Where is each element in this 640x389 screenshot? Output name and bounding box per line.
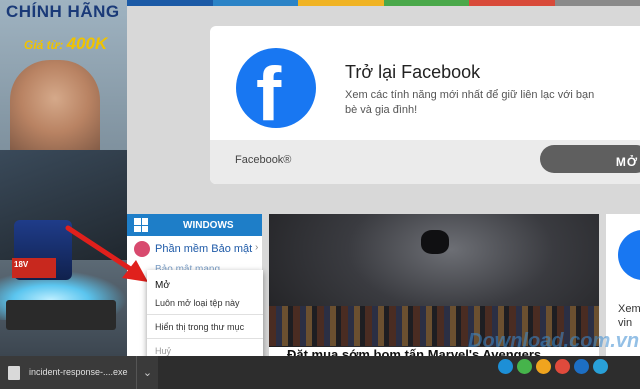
facebook-logo-icon: f (236, 48, 316, 137)
facebook-brand: Facebook® (235, 154, 292, 166)
color-bar-segment (127, 0, 213, 6)
red-arrow-icon (65, 225, 148, 282)
ad-battery-label: 18V (12, 258, 56, 278)
facebook-description: Xem các tính năng mới nhất để giữ liên l… (345, 89, 595, 116)
watermark-dot (498, 359, 513, 374)
side-card-text-line1: Xem (618, 303, 640, 315)
side-card-text: Xem vin (618, 302, 640, 330)
facebook-logo-glyph: f (256, 52, 282, 137)
watermark-dot (517, 359, 532, 374)
context-item-cancel[interactable]: Huỷ (155, 346, 171, 356)
side-card-text-line2: vin (618, 317, 633, 329)
ad-charger-image (6, 300, 116, 330)
ad-price-value: 400K (66, 34, 108, 53)
side-card-logo-icon (618, 230, 640, 280)
top-color-bar (127, 0, 640, 6)
chevron-right-icon: › (255, 242, 259, 253)
color-bar-segment (383, 0, 469, 6)
menu-item-label: Phần mềm Bảo mật (155, 243, 253, 255)
watermark-dot (593, 359, 608, 374)
ad-title: CHÍNH HÃNG (6, 2, 120, 21)
facebook-open-button[interactable]: MỞ (540, 145, 640, 173)
file-icon (8, 366, 20, 380)
ad-banner[interactable]: 18V CHÍNH HÃNG Giá từ: 400K (0, 0, 127, 356)
download-item[interactable]: incident-response-....exe ⌄ (0, 356, 158, 389)
facebook-card[interactable]: f Trở lại Facebook Xem các tính năng mới… (210, 26, 640, 184)
watermark-dot (574, 359, 589, 374)
video-ship-image (421, 230, 449, 254)
ad-price: Giá từ: 400K (24, 34, 107, 54)
download-context-menu: Mở Luôn mở loại tệp này Hiển thị trong t… (147, 270, 263, 362)
color-bar-segment (212, 0, 298, 6)
windows-menu-title: WINDOWS (183, 220, 234, 231)
chevron-down-icon[interactable]: ⌄ (136, 356, 158, 389)
watermark-dot (555, 359, 570, 374)
watermark-text: Download.com.vn (468, 330, 640, 352)
download-filename: incident-response-....exe (29, 367, 128, 377)
context-item-show-in-folder[interactable]: Hiển thị trong thư mục (155, 322, 244, 332)
ad-price-prefix: Giá từ: (24, 38, 64, 52)
context-item-open[interactable]: Mở (155, 280, 170, 291)
context-item-always-open[interactable]: Luôn mở loại tệp này (155, 298, 239, 308)
facebook-title: Trở lại Facebook (345, 62, 481, 82)
watermark-dots (498, 359, 608, 374)
color-bar-segment (554, 0, 640, 6)
watermark-dot (536, 359, 551, 374)
facebook-card-footer: Facebook® MỞ (210, 140, 640, 184)
color-bar-segment (469, 0, 555, 6)
context-separator (147, 314, 263, 315)
color-bar-segment (298, 0, 384, 6)
context-separator (147, 338, 263, 339)
